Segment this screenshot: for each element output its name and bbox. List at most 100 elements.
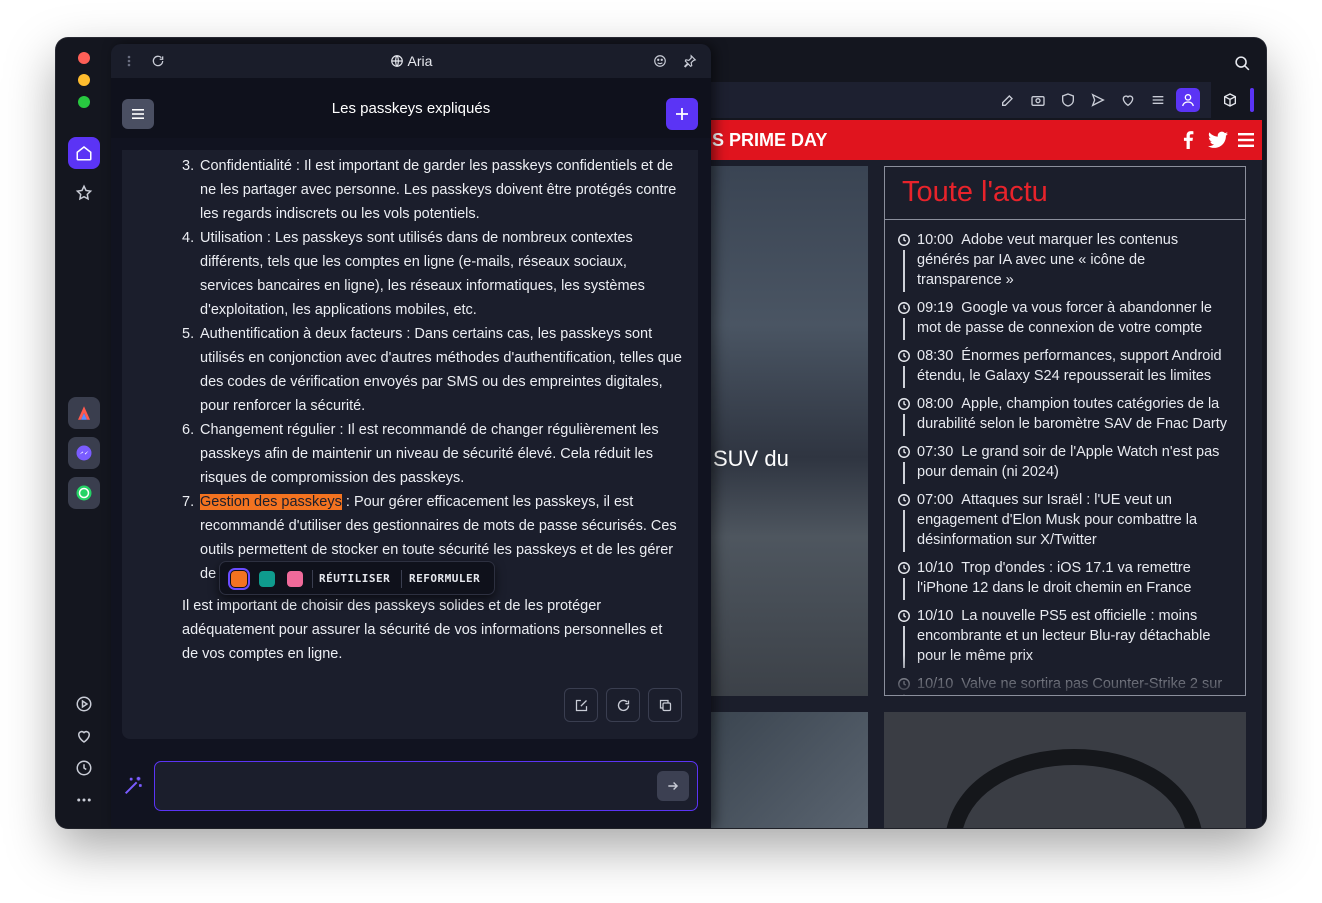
regenerate-button[interactable]: [606, 688, 640, 722]
clock-icon: [898, 302, 910, 314]
news-item[interactable]: 08:00 Apple, champion toutes catégories d…: [897, 394, 1233, 436]
list-item-number: 7.: [182, 494, 195, 510]
banner-text[interactable]: S PRIME DAY: [712, 130, 827, 151]
news-time: 10:00: [917, 232, 954, 248]
timeline-line: [903, 462, 905, 484]
star-icon: [75, 184, 93, 201]
news-item[interactable]: 08:30 Énormes performances, support Andro…: [897, 346, 1233, 388]
news-item[interactable]: 09:19 Google va vous forcer à abandonner …: [897, 298, 1233, 340]
news-item[interactable]: 10/10 Trop d'ondes : iOS 17.1 va remettre…: [897, 558, 1233, 600]
home-button[interactable]: [68, 137, 100, 169]
maximize-window-button[interactable]: [78, 96, 90, 108]
send-icon: [1091, 93, 1105, 107]
player-button[interactable]: [68, 688, 100, 720]
edit-button[interactable]: [999, 91, 1017, 109]
pinboard-button[interactable]: [68, 177, 100, 209]
close-window-button[interactable]: [78, 52, 90, 64]
highlighted-text[interactable]: Gestion des passkeys: [200, 494, 342, 510]
list-item-number: 3.: [182, 158, 195, 174]
new-chat-button[interactable]: [666, 98, 698, 130]
tab-bar: [711, 38, 1266, 82]
article-thumbnail[interactable]: [711, 712, 868, 828]
minimize-window-button[interactable]: [78, 74, 90, 86]
news-time: 08:30: [917, 348, 954, 364]
edit-message-button[interactable]: [564, 688, 598, 722]
news-headline[interactable]: Adobe veut marquer les contenus générés …: [917, 232, 1178, 288]
emoji-icon[interactable]: [653, 54, 667, 68]
rephrase-button[interactable]: REFORMULER: [409, 572, 480, 585]
facebook-icon[interactable]: [1182, 131, 1194, 149]
timeline-line: [903, 366, 905, 388]
play-circle-icon: [76, 696, 92, 712]
news-headline[interactable]: Attaques sur Israël : l'UE veut un engag…: [917, 492, 1197, 548]
clock-icon: [898, 350, 910, 362]
camera-icon: [1031, 96, 1045, 106]
copy-button[interactable]: [648, 688, 682, 722]
refresh-icon: [617, 699, 629, 711]
conversation-title: Les passkeys expliqués: [331, 100, 491, 117]
snapshot-button[interactable]: [1029, 91, 1047, 109]
answer-list: 3. Confidentialité : Il est important de …: [122, 150, 698, 586]
favorites-button[interactable]: [68, 720, 100, 752]
whatsapp-button[interactable]: [68, 477, 100, 509]
aria-app-button[interactable]: [68, 397, 100, 429]
vpn-button[interactable]: [1059, 91, 1077, 109]
aria-logo-icon: [78, 406, 90, 420]
twitter-icon[interactable]: [1208, 131, 1228, 149]
search-icon[interactable]: [1234, 55, 1251, 72]
aria-app-title: Aria: [407, 53, 433, 69]
menu-icon[interactable]: [1238, 132, 1254, 148]
prompt-box[interactable]: [154, 761, 698, 811]
news-time: 09:19: [917, 300, 954, 316]
news-item[interactable]: 07:00 Attaques sur Israël : l'UE veut un …: [897, 490, 1233, 552]
sliders-icon: [1152, 96, 1164, 104]
sidebar-indicator: [1250, 88, 1254, 112]
answer-list-item: 6. Changement régulier : Il est recommand…: [182, 418, 684, 490]
plus-icon: [676, 108, 688, 120]
clock-icon: [898, 494, 910, 506]
news-list: 10:00 Adobe veut marquer les contenus gén…: [885, 220, 1245, 695]
send-button[interactable]: [1089, 91, 1107, 109]
popup-divider: [401, 570, 402, 588]
popup-divider: [312, 570, 313, 588]
send-prompt-button[interactable]: [657, 771, 689, 801]
pin-icon[interactable]: [683, 54, 697, 68]
settings-button[interactable]: [1149, 91, 1167, 109]
headband-shape: [946, 749, 1202, 828]
selection-popup: RÉUTILISER REFORMULER: [219, 561, 495, 595]
bookmark-button[interactable]: [1119, 91, 1137, 109]
news-panel: Toute l'actu 10:00 Adobe veut marquer les…: [884, 166, 1246, 696]
news-item[interactable]: 07:30 Le grand soir de l'Apple Watch n'es…: [897, 442, 1233, 484]
timeline-line: [903, 414, 905, 436]
profile-button[interactable]: [1176, 88, 1200, 112]
news-headline[interactable]: Apple, champion toutes catégories de la …: [917, 396, 1227, 432]
more-button[interactable]: [68, 784, 100, 816]
news-headline[interactable]: Énormes performances, support Android ét…: [917, 348, 1222, 384]
list-item-text: Changement régulier : Il est recommandé …: [200, 422, 659, 486]
highlight-color-orange[interactable]: [228, 568, 250, 590]
highlight-color-teal[interactable]: [259, 571, 275, 587]
news-item[interactable]: 10:00 Adobe veut marquer les contenus gén…: [897, 230, 1233, 292]
hero-image[interactable]: SUV du: [711, 166, 868, 696]
globe-icon: [390, 55, 403, 67]
extensions-button[interactable]: [1221, 91, 1239, 109]
hero-caption[interactable]: SUV du: [713, 446, 789, 472]
history-button[interactable]: [68, 752, 100, 784]
news-headline[interactable]: Google va vous forcer à abandonner le mo…: [917, 300, 1212, 336]
magic-wand-icon[interactable]: [122, 775, 144, 797]
reuse-button[interactable]: RÉUTILISER: [319, 572, 390, 585]
news-time: 10/10: [917, 560, 954, 576]
clock-icon: [898, 562, 910, 574]
opera-sidebar: [56, 38, 111, 828]
aria-titlebar: Aria: [111, 44, 711, 78]
list-item-text: Utilisation : Les passkeys sont utilisés…: [200, 230, 645, 318]
messenger-button[interactable]: [68, 437, 100, 469]
news-headline[interactable]: Le grand soir de l'Apple Watch n'est pas…: [917, 444, 1219, 480]
list-item-number: 5.: [182, 326, 195, 342]
highlight-color-pink[interactable]: [287, 571, 303, 587]
article-thumbnail[interactable]: [884, 712, 1246, 828]
prompt-input[interactable]: [167, 774, 647, 798]
news-headline[interactable]: Trop d'ondes : iOS 17.1 va remettre l'iP…: [917, 560, 1191, 596]
news-time: 10/10: [917, 608, 954, 624]
news-panel-title: Toute l'actu: [885, 167, 1245, 220]
